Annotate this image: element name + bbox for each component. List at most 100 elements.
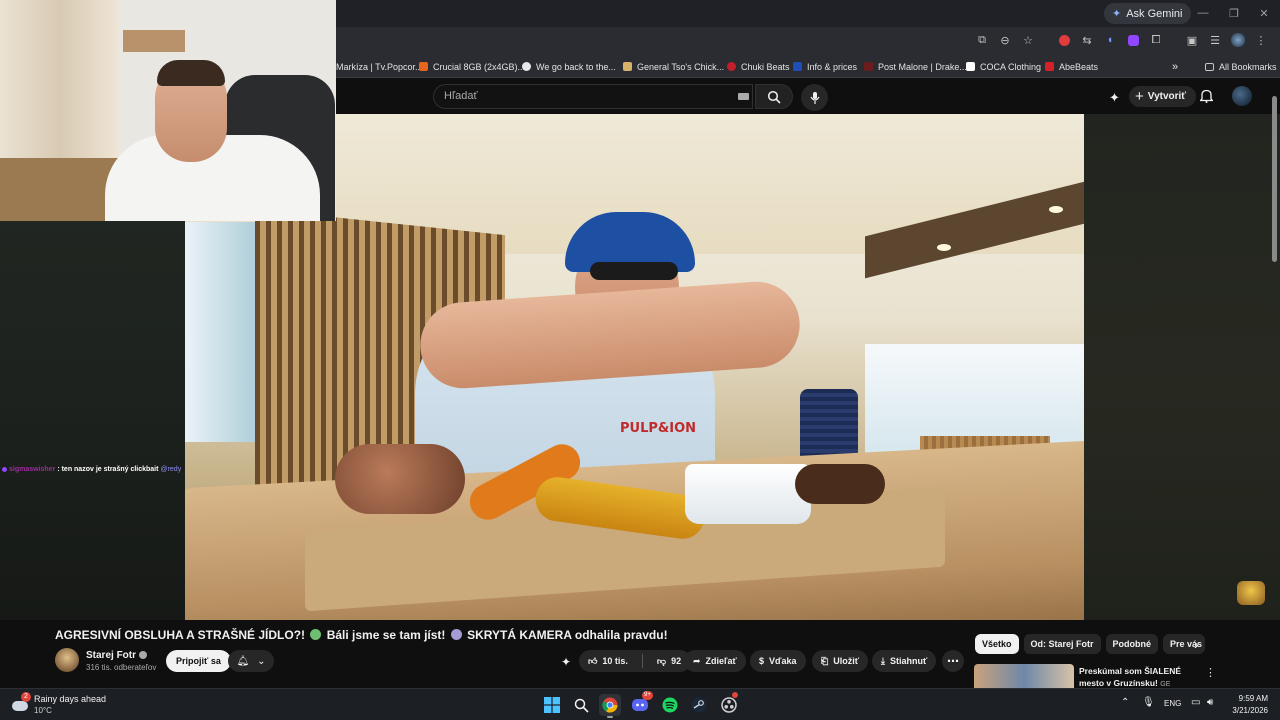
recommended-suffix: GE [1160,681,1171,688]
all-bookmarks-button[interactable]: All Bookmarks [1205,59,1277,74]
microphone-tray-icon[interactable]: 🎙︎ [1142,697,1155,708]
windows-taskbar: 2 Rainy days ahead 10°C 9+ ⌃ 🎙︎ ENG ▭ 🔊︎… [0,688,1280,720]
bookmark-item[interactable]: General Tso's Chick... [623,59,724,74]
cloud-icon [12,701,28,711]
browser-menu-icon[interactable]: ⋮ [1252,31,1270,49]
restore-icon[interactable]: ❐ [1220,3,1248,23]
system-clock[interactable]: 9:59 AM 3/21/2026 [1228,693,1268,717]
weather-temp[interactable]: 10°C [34,706,52,715]
obs-icon[interactable] [718,692,740,716]
channel-name[interactable]: Starej Fotr [86,650,148,661]
network-icon[interactable]: ▭ [1191,697,1200,708]
bookmark-favicon [966,62,975,71]
bookmark-item[interactable]: Chuki Beats [727,59,790,74]
bookmark-item[interactable]: We go back to the... [522,59,616,74]
all-bookmarks-label: All Bookmarks [1219,61,1277,72]
chevron-right-icon[interactable]: › [1194,636,1199,652]
video-info: AGRESIVNÍ OBSLUHA A STRAŠNÉ JÍDLO?! Báli… [0,620,1280,688]
recommended-menu-icon[interactable]: ⋮ [1205,666,1216,679]
dislike-count: 92 [671,656,682,666]
video-title-part: Báli jsme se tam jíst! [326,628,446,642]
like-button[interactable]: 👍︎ 10 tis. [579,650,637,672]
minimize-icon[interactable]: — [1189,3,1217,23]
subscription-bell-button[interactable]: 🔔︎ ⌄ [228,650,274,672]
channel-avatar[interactable] [55,648,79,672]
close-icon[interactable]: ✕ [1250,3,1278,23]
ai-summary-icon[interactable]: ✦ [561,655,571,669]
extension-purple-icon[interactable] [1124,31,1142,49]
extension-sync-icon[interactable]: ⇆ [1078,31,1096,49]
bookmark-item[interactable]: COCA Clothing [966,59,1041,74]
discord-badge: 9+ [642,691,653,700]
bookmark-favicon [522,62,531,71]
keyboard-icon[interactable] [738,93,749,100]
tray-overflow-icon[interactable]: ⌃ [1121,697,1129,708]
subscriber-count: 316 tis. odberateľov [86,663,157,672]
microphone-icon [810,91,819,104]
save-button[interactable]: ⎗ Uložiť [812,650,869,672]
bookmark-item[interactable]: Info & prices [793,59,857,74]
search-icon [767,90,781,104]
ask-gemini-button[interactable]: ✦ Ask Gemini [1104,3,1192,24]
video-frame-light [1049,206,1063,213]
chrome-icon[interactable] [599,694,621,718]
sidepanel-icon[interactable]: ▣ [1183,31,1201,49]
chip-all[interactable]: Všetko [975,634,1019,654]
voice-search-button[interactable] [801,84,828,111]
bookmark-item[interactable]: Crucial 8GB (2x4GB)... [419,59,525,74]
cast-icon[interactable]: ⧉ [973,31,991,49]
video-title-part: SKRYTÁ KAMERA odhalila pravdu! [467,628,668,642]
weather-widget-icon[interactable]: 2 [12,692,31,713]
bookmark-item[interactable]: Markíza | Tv.Popcor... [336,59,423,74]
thanks-button[interactable]: $ Vďaka [750,650,806,672]
bookmark-item[interactable]: Post Malone | Drake... [864,59,967,74]
chip-related[interactable]: Podobné [1105,634,1159,654]
zoom-icon[interactable]: ⊖ [996,31,1014,49]
bookmark-favicon [1045,62,1054,71]
join-button[interactable]: Pripojiť sa [166,650,231,672]
chevron-down-icon: ⌄ [257,655,266,667]
search-input[interactable]: Hľadať [433,84,753,109]
windows-start-icon[interactable] [541,694,563,716]
language-indicator[interactable]: ENG [1164,699,1181,708]
recommended-thumbnail[interactable] [974,664,1074,688]
more-actions-icon[interactable]: ⋯ [942,650,964,672]
bookmark-star-icon[interactable]: ☆ [1019,31,1037,49]
extension-red-icon[interactable] [1055,31,1073,49]
video-title-part: AGRESIVNÍ OBSLUHA A STRAŠNÉ JÍDLO?! [55,628,306,642]
channel-name-label: Starej Fotr [86,650,137,661]
bookmark-favicon [793,62,802,71]
bookmark-favicon [419,62,428,71]
account-avatar[interactable] [1232,86,1252,106]
notifications-bell-icon[interactable] [1198,89,1215,108]
ai-sparkle-icon[interactable]: ✦ [1109,90,1120,106]
plus-icon: + [1135,88,1144,105]
bookmark-label: We go back to the... [536,61,616,72]
chip-from-channel[interactable]: Od: Starej Fotr [1023,634,1101,654]
extensions-puzzle-icon[interactable]: ⧠ [1147,31,1165,49]
save-label: Uložiť [833,656,860,666]
bookmark-label: Info & prices [807,61,858,72]
bell-icon: 🔔︎ [236,655,250,667]
video-frame-light [937,244,951,251]
video-frame-sunglasses [590,262,678,280]
tab-search-icon[interactable]: ☰ [1206,31,1224,49]
bookmark-label: Chuki Beats [741,61,790,72]
bookmark-item[interactable]: AbeBeats [1045,59,1098,74]
extension-audio-icon[interactable]: ◖ [1101,31,1119,49]
profile-avatar[interactable] [1229,31,1247,49]
create-button[interactable]: + Vytvoriť [1129,86,1197,107]
download-button[interactable]: ⤓ Stiahnuť [872,650,937,672]
bookmarks-overflow-icon[interactable]: » [1172,59,1178,74]
page-scrollbar[interactable] [1272,96,1277,262]
gemini-icon: ✦ [1112,8,1122,20]
discord-icon[interactable]: 9+ [629,691,653,716]
like-separator [641,654,643,668]
share-button[interactable]: ➦ Zdieľať [684,650,746,672]
volume-icon[interactable]: 🔊︎ [1207,697,1213,708]
spotify-icon[interactable] [659,694,681,716]
weather-title[interactable]: Rainy days ahead [34,694,106,704]
search-button[interactable] [755,84,793,109]
steam-icon[interactable] [688,694,710,716]
taskbar-search-icon[interactable] [570,694,592,716]
